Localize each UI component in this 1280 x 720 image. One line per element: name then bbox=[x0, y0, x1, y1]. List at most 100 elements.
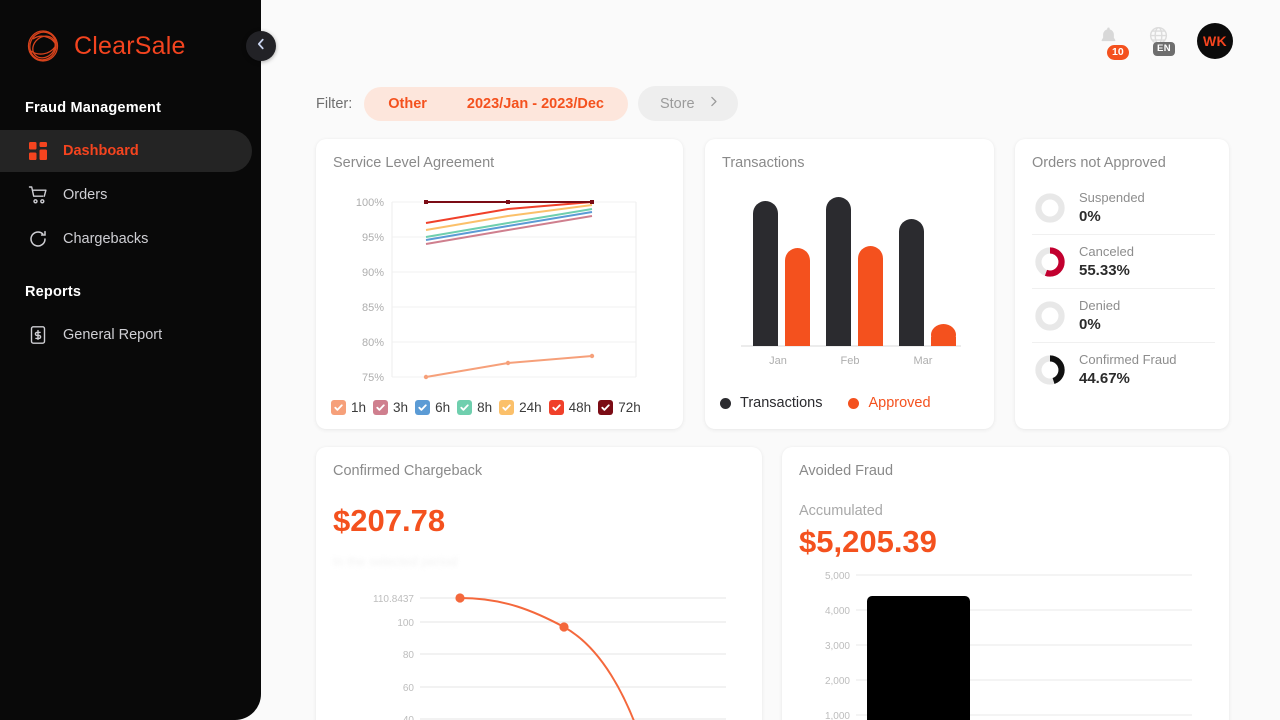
sla-line-chart: 100% 95% 90% 85% 80% 75% bbox=[356, 197, 637, 388]
legend-dot-icon bbox=[720, 397, 731, 409]
svg-text:80: 80 bbox=[403, 650, 415, 661]
donut-denied-icon bbox=[1035, 300, 1065, 331]
notification-count-badge: 10 bbox=[1107, 45, 1129, 60]
filter-label: Filter: bbox=[316, 95, 353, 112]
list-item-label: Suspended bbox=[1079, 190, 1145, 205]
svg-text:3,000: 3,000 bbox=[825, 641, 850, 652]
chargeback-line-chart: 110.8437 100 80 60 40 bbox=[373, 593, 726, 720]
card-title: Avoided Fraud bbox=[799, 463, 894, 479]
sla-legend-label: 72h bbox=[618, 400, 641, 415]
sidebar-item-orders[interactable]: Orders bbox=[0, 174, 252, 216]
avoided-fraud-amount: $5,205.39 bbox=[799, 524, 937, 559]
svg-text:Jan: Jan bbox=[769, 355, 787, 367]
sla-legend-item-3h[interactable]: 3h bbox=[373, 400, 408, 415]
top-header: 10 EN WK bbox=[261, 0, 1280, 82]
language-selector[interactable]: EN bbox=[1147, 25, 1175, 57]
svg-text:100: 100 bbox=[397, 618, 414, 629]
sla-legend-label: 1h bbox=[351, 400, 367, 415]
filter-bar: Filter: Other 2023/Jan - 2023/Dec Store bbox=[316, 86, 738, 121]
sla-legend-item-24h[interactable]: 24h bbox=[499, 400, 542, 415]
checkbox-checked-icon[interactable] bbox=[548, 400, 564, 415]
dashboard-page: ClearSale Fraud Management Dashboard Ord… bbox=[0, 0, 1280, 720]
brand-logo[interactable]: ClearSale bbox=[0, 0, 261, 70]
filter-store-label: Store bbox=[659, 95, 695, 112]
notifications-button[interactable]: 10 bbox=[1097, 25, 1129, 60]
brand-name: ClearSale bbox=[74, 31, 186, 60]
sidebar: ClearSale Fraud Management Dashboard Ord… bbox=[0, 0, 261, 720]
list-item-value: 44.67% bbox=[1079, 370, 1130, 387]
legend-dot-icon bbox=[848, 397, 860, 409]
svg-text:110.8437: 110.8437 bbox=[373, 594, 414, 605]
grid-dashboard-icon bbox=[28, 141, 48, 161]
svg-text:Mar: Mar bbox=[914, 355, 933, 367]
list-item-value: 0% bbox=[1079, 208, 1101, 225]
card-title: Confirmed Chargeback bbox=[333, 463, 483, 479]
sidebar-item-label: General Report bbox=[63, 327, 163, 343]
checkbox-checked-icon[interactable] bbox=[331, 400, 346, 415]
filter-period-pill[interactable]: Other 2023/Jan - 2023/Dec bbox=[364, 86, 628, 121]
list-item: Denied 0% bbox=[1032, 289, 1215, 343]
orders-not-approved-card: Orders not Approved Suspended 0% Cancele… bbox=[1015, 139, 1229, 429]
filter-store-pill[interactable]: Store bbox=[637, 86, 738, 121]
checkbox-checked-icon[interactable] bbox=[598, 400, 614, 415]
user-avatar[interactable]: WK bbox=[1197, 23, 1233, 59]
list-item: Canceled 55.33% bbox=[1032, 235, 1215, 289]
svg-text:2,000: 2,000 bbox=[825, 676, 850, 687]
confirmed-chargeback-card: Confirmed Chargeback $207.78 In the sele… bbox=[316, 447, 762, 720]
svg-text:85%: 85% bbox=[362, 302, 384, 314]
checkbox-checked-icon[interactable] bbox=[499, 400, 515, 415]
sidebar-collapse-button[interactable] bbox=[246, 31, 276, 61]
svg-text:Mar: Mar bbox=[583, 387, 602, 388]
chevron-left-icon bbox=[254, 37, 268, 56]
chargeback-subtitle-redacted: In the selected period bbox=[333, 554, 458, 569]
list-item-label: Canceled bbox=[1079, 244, 1134, 259]
legend-item-approved[interactable]: Approved bbox=[848, 395, 931, 411]
svg-text:75%: 75% bbox=[362, 372, 384, 384]
nav-section-title-reports: Reports bbox=[25, 284, 82, 300]
language-code-badge: EN bbox=[1153, 42, 1175, 56]
list-item-value: 55.33% bbox=[1079, 262, 1130, 279]
donut-confirmed-fraud-icon bbox=[1035, 354, 1065, 385]
checkbox-checked-icon[interactable] bbox=[373, 400, 389, 415]
nav-section-title-fraud: Fraud Management bbox=[25, 100, 162, 116]
checkbox-checked-icon[interactable] bbox=[415, 400, 431, 415]
svg-text:5,000: 5,000 bbox=[825, 571, 850, 582]
chargeback-amount: $207.78 bbox=[333, 503, 446, 538]
svg-text:80%: 80% bbox=[362, 337, 384, 349]
legend-item-transactions[interactable]: Transactions bbox=[720, 395, 822, 411]
sidebar-item-label: Dashboard bbox=[63, 143, 139, 159]
svg-text:1,000: 1,000 bbox=[825, 711, 850, 720]
sla-legend-label: 3h bbox=[393, 400, 409, 415]
sidebar-item-general-report[interactable]: General Report bbox=[0, 314, 252, 356]
svg-text:100%: 100% bbox=[356, 197, 384, 209]
svg-text:4,000: 4,000 bbox=[825, 606, 850, 617]
sidebar-item-dashboard[interactable]: Dashboard bbox=[0, 130, 252, 172]
list-item-label: Denied bbox=[1079, 298, 1121, 313]
list-item-label: Confirmed Fraud bbox=[1079, 352, 1177, 367]
transactions-card: Transactions Jan Feb Mar Transactions Ap… bbox=[705, 139, 994, 429]
clearsale-swirl-logo-icon bbox=[22, 25, 64, 67]
transactions-bar-chart: Jan Feb Mar bbox=[741, 197, 961, 367]
svg-text:Feb: Feb bbox=[841, 355, 860, 367]
sla-legend-item-6h[interactable]: 6h bbox=[415, 400, 450, 415]
refresh-circular-icon bbox=[28, 229, 48, 249]
donut-suspended-icon bbox=[1035, 192, 1065, 223]
sla-legend-item-72h[interactable]: 72h bbox=[598, 400, 641, 415]
accumulated-label: Accumulated bbox=[799, 503, 883, 519]
svg-text:40: 40 bbox=[403, 715, 415, 720]
sla-legend-item-8h[interactable]: 8h bbox=[457, 400, 492, 415]
sla-legend-item-48h[interactable]: 48h bbox=[548, 400, 592, 415]
checkbox-checked-icon[interactable] bbox=[457, 400, 473, 415]
svg-text:60: 60 bbox=[403, 683, 415, 694]
donut-canceled-icon bbox=[1035, 246, 1065, 277]
sla-legend-item-1h[interactable]: 1h bbox=[331, 400, 366, 415]
sla-legend-label: 48h bbox=[568, 400, 592, 415]
svg-text:Jan: Jan bbox=[417, 387, 435, 388]
list-item: Confirmed Fraud 44.67% bbox=[1032, 343, 1215, 396]
svg-text:Feb: Feb bbox=[499, 387, 518, 388]
svg-text:90%: 90% bbox=[362, 267, 384, 279]
svg-text:95%: 95% bbox=[362, 232, 384, 244]
sidebar-item-chargebacks[interactable]: Chargebacks bbox=[0, 218, 252, 260]
filter-type-value: Other bbox=[388, 95, 427, 112]
sidebar-item-label: Orders bbox=[63, 187, 108, 203]
